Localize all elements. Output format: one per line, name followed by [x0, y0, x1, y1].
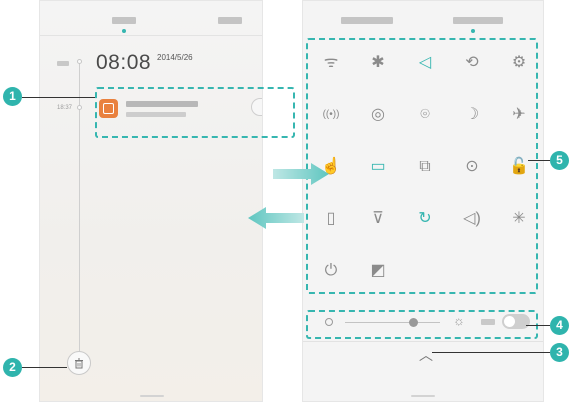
- callout-1-leader: [22, 97, 95, 98]
- brightness-highlight: [306, 310, 538, 339]
- diagram-stage: 18:37 08:08 2014/5/26 ᯤ ✱ ◁ ⟲ ⚙ ((•)) ◎ …: [0, 0, 571, 406]
- arrow-right-icon: [273, 163, 329, 185]
- callout-2-leader: [22, 367, 67, 368]
- clear-all-button[interactable]: [67, 351, 91, 375]
- active-tab-indicator: [122, 29, 126, 33]
- callout-5-leader: [528, 160, 550, 161]
- panel-divider: [303, 341, 543, 342]
- clock-date: 2014/5/26: [157, 53, 193, 62]
- notification-panel-screen: 18:37 08:08 2014/5/26: [39, 0, 263, 402]
- callout-3: 3: [550, 343, 569, 362]
- active-tab-indicator: [471, 29, 475, 33]
- panel-tab-bar: [303, 9, 543, 35]
- tab-notifications[interactable]: [341, 17, 393, 24]
- notification-highlight: [95, 87, 295, 138]
- callout-2: 2: [3, 358, 22, 377]
- home-indicator: [411, 395, 435, 397]
- callout-4-leader: [526, 325, 550, 326]
- callout-4: 4: [550, 316, 569, 335]
- timeline-day-label: [57, 61, 69, 66]
- callout-3-leader: [432, 352, 550, 353]
- tab-divider: [40, 35, 262, 36]
- tab-shortcuts[interactable]: [453, 17, 503, 24]
- timeline-node-date: [77, 59, 82, 64]
- panel-tab-bar: [40, 9, 262, 35]
- callout-1: 1: [3, 87, 22, 106]
- shortcuts-highlight: [306, 38, 538, 294]
- timeline-node-notification: [77, 105, 82, 110]
- timeline-time-label: 18:37: [57, 105, 73, 111]
- tab-shortcuts[interactable]: [218, 17, 242, 24]
- home-indicator: [140, 395, 164, 397]
- clock-time: 08:08: [96, 51, 152, 74]
- tab-notifications[interactable]: [112, 17, 136, 24]
- chevron-up-icon[interactable]: ︿: [419, 345, 433, 365]
- trash-icon: [75, 358, 83, 369]
- arrow-left-icon: [248, 207, 304, 229]
- callout-5: 5: [550, 151, 569, 170]
